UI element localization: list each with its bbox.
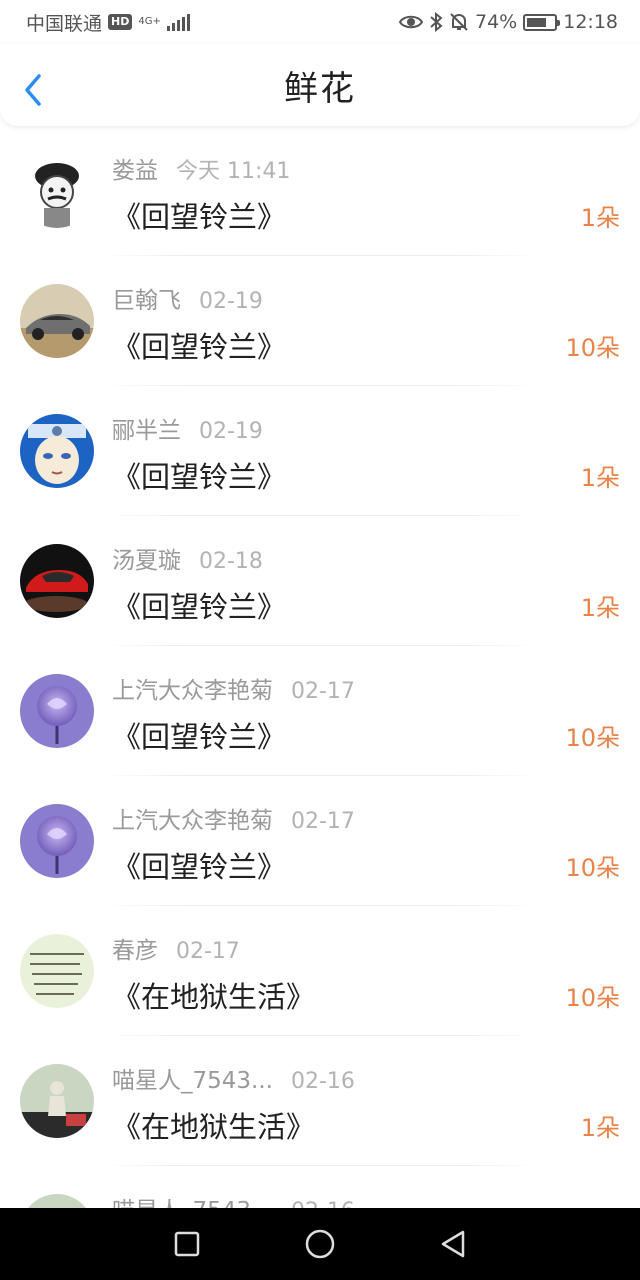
- back-nav-button[interactable]: [433, 1224, 473, 1264]
- timestamp: 02-17: [291, 679, 355, 704]
- status-right: 74% 12:18: [399, 11, 618, 33]
- rose-avatar[interactable]: [20, 674, 94, 748]
- list-item[interactable]: 喵星人_7543... 02-16 《在地狱生活》 1朵: [0, 1036, 640, 1166]
- user-name[interactable]: 汤夏璇: [112, 541, 181, 575]
- gift-title: 《回望铃兰》: [112, 200, 287, 234]
- rose-avatar[interactable]: [20, 804, 94, 878]
- list-item[interactable]: 上汽大众李艳菊 02-17 《回望铃兰》 10朵: [0, 646, 640, 776]
- figure-avatar[interactable]: [20, 1064, 94, 1138]
- car-avatar[interactable]: [20, 284, 94, 358]
- timestamp: 02-19: [199, 289, 263, 314]
- status-left: 中国联通 HD 4G+: [26, 9, 190, 36]
- timestamp: 02-17: [291, 809, 355, 834]
- name-line: 娄益 今天 11:41: [112, 151, 290, 185]
- timestamp: 02-18: [199, 549, 263, 574]
- triangle-back-icon: [442, 1230, 465, 1258]
- name-line: 巨翰飞 02-19: [112, 281, 263, 315]
- home-button[interactable]: [300, 1224, 340, 1264]
- flower-count: 1朵: [580, 464, 620, 492]
- list-item[interactable]: 娄益 今天 11:41 《回望铃兰》 1朵: [0, 126, 640, 256]
- status-bar: 中国联通 HD 4G+ 74% 12:18: [0, 0, 640, 44]
- name-line: 上汽大众李艳菊 02-17: [112, 671, 355, 705]
- cartoon-avatar[interactable]: [20, 154, 94, 228]
- gift-title: 《回望铃兰》: [112, 590, 287, 624]
- flower-count: 10朵: [565, 724, 620, 752]
- user-name[interactable]: 春彦: [112, 931, 158, 965]
- flower-count: 1朵: [580, 1114, 620, 1142]
- gift-title: 《回望铃兰》: [112, 850, 287, 884]
- bluetooth-icon: [430, 12, 443, 32]
- user-name[interactable]: 娄益: [112, 151, 158, 185]
- user-name[interactable]: 喵星人_7543...: [112, 1061, 273, 1095]
- flower-list: 娄益 今天 11:41 《回望铃兰》 1朵 巨翰飞 02-19 《回望铃兰》 1…: [0, 126, 640, 1280]
- flower-count: 1朵: [580, 204, 620, 232]
- list-item[interactable]: 汤夏璇 02-18 《回望铃兰》 1朵: [0, 516, 640, 646]
- name-line: 春彦 02-17: [112, 931, 240, 965]
- user-name[interactable]: 上汽大众李艳菊: [112, 671, 273, 705]
- battery-fill: [527, 17, 547, 27]
- eye-icon: [399, 15, 423, 29]
- timestamp: 02-19: [199, 419, 263, 444]
- timestamp: 02-16: [290, 1069, 355, 1094]
- gift-title: 《回望铃兰》: [112, 330, 287, 364]
- timestamp: 今天 11:41: [176, 159, 291, 184]
- flower-count: 1朵: [580, 594, 620, 622]
- list-item[interactable]: 巨翰飞 02-19 《回望铃兰》 10朵: [0, 256, 640, 386]
- hd-badge: HD: [108, 14, 133, 30]
- flower-count: 10朵: [565, 854, 620, 882]
- square-icon: [174, 1231, 199, 1257]
- user-name[interactable]: 上汽大众李艳菊: [112, 801, 273, 835]
- gift-title: 《回望铃兰》: [112, 460, 287, 494]
- page-title: 鲜花: [284, 68, 356, 109]
- red-car-avatar[interactable]: [20, 544, 94, 618]
- name-line: 喵星人_7543... 02-16: [112, 1061, 355, 1095]
- user-name[interactable]: 郦半兰: [112, 411, 181, 445]
- battery-icon: [523, 13, 561, 31]
- user-name[interactable]: 巨翰飞: [112, 281, 181, 315]
- circle-icon: [305, 1229, 335, 1259]
- gift-title: 《在地狱生活》: [112, 980, 316, 1014]
- name-line: 郦半兰 02-19: [112, 411, 263, 445]
- list-item[interactable]: 春彦 02-17 《在地狱生活》 10朵: [0, 906, 640, 1036]
- flower-count: 10朵: [565, 984, 620, 1012]
- gift-title: 《回望铃兰》: [112, 720, 287, 754]
- timestamp: 02-17: [176, 939, 240, 964]
- back-button[interactable]: [18, 72, 48, 108]
- text-avatar[interactable]: [20, 934, 94, 1008]
- bell-off-icon: [450, 13, 468, 31]
- chevron-left-icon: [25, 74, 41, 106]
- carrier-label: 中国联通: [26, 12, 103, 35]
- recent-apps-button[interactable]: [167, 1224, 207, 1264]
- nav-bar: 鲜花: [0, 44, 640, 126]
- screen: 中国联通 HD 4G+ 74% 12:18 鲜花 娄益 今天 11:41 《回望…: [0, 0, 640, 1280]
- network-label: 4G+: [138, 16, 161, 27]
- list-item[interactable]: 郦半兰 02-19 《回望铃兰》 1朵: [0, 386, 640, 516]
- battery-percent: 74%: [475, 11, 518, 33]
- clock: 12:18: [563, 11, 618, 33]
- name-line: 汤夏璇 02-18: [112, 541, 263, 575]
- list-item[interactable]: 上汽大众李艳菊 02-17 《回望铃兰》 10朵: [0, 776, 640, 906]
- system-nav-bar: [0, 1208, 640, 1280]
- anime-avatar[interactable]: [20, 414, 94, 488]
- name-line: 上汽大众李艳菊 02-17: [112, 801, 355, 835]
- flower-count: 10朵: [565, 334, 620, 362]
- gift-title: 《在地狱生活》: [112, 1110, 316, 1144]
- signal-icon: [166, 13, 190, 31]
